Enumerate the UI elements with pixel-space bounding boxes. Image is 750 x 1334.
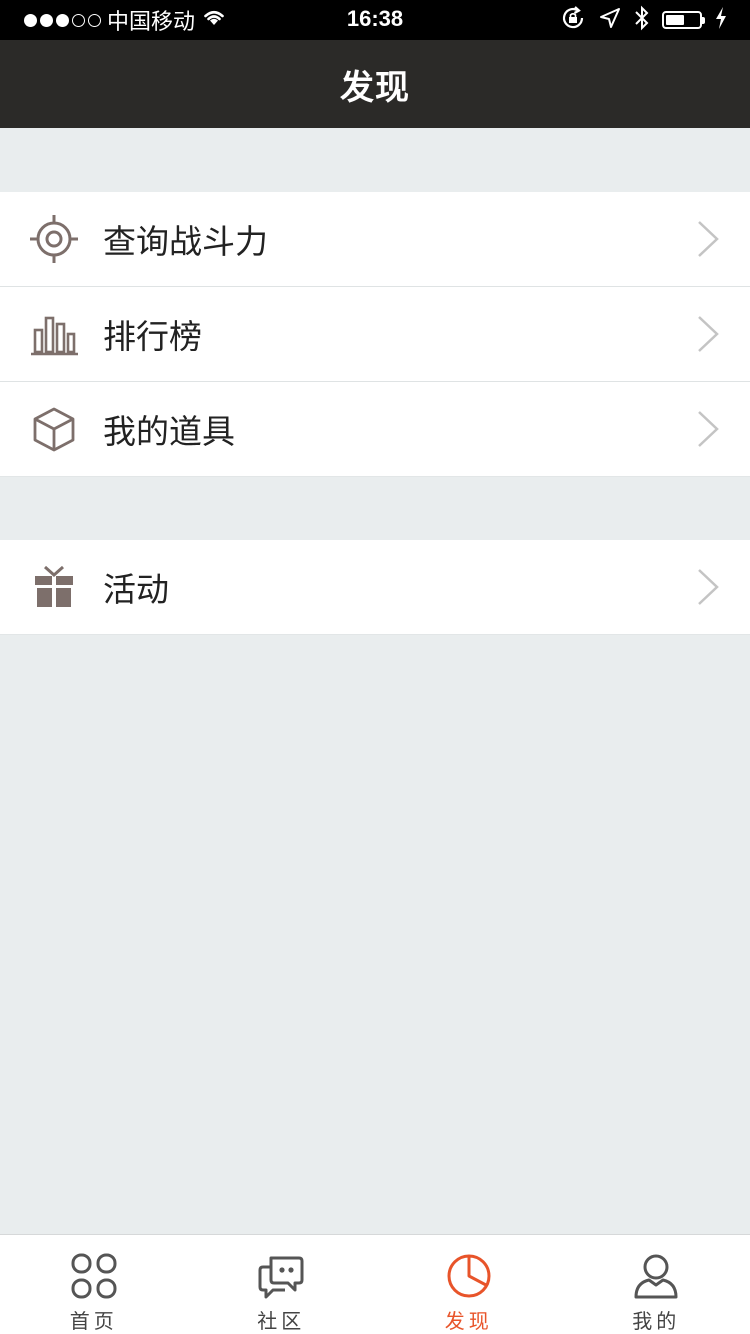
menu-item-label: 查询战斗力 <box>103 222 268 261</box>
pie-icon <box>444 1251 494 1301</box>
cube-icon <box>28 403 80 455</box>
chat-icon <box>256 1251 306 1301</box>
menu-item-label: 活动 <box>103 570 169 609</box>
gift-icon <box>28 561 80 613</box>
tab-discover[interactable]: 发现 <box>375 1235 563 1334</box>
menu-group-tools: 查询战斗力 排行榜 我的道具 <box>0 192 750 477</box>
status-bar: 中国移动 16:38 <box>0 0 750 40</box>
tab-community[interactable]: 社区 <box>188 1235 376 1334</box>
navigation-bar: 发现 <box>0 40 750 128</box>
chevron-right-icon <box>696 409 720 449</box>
menu-group-activities: 活动 <box>0 540 750 635</box>
tab-label: 发现 <box>444 1309 493 1333</box>
menu-item-label: 我的道具 <box>103 412 235 451</box>
menu-item-leaderboard[interactable]: 排行榜 <box>0 287 750 382</box>
menu-item-my-items[interactable]: 我的道具 <box>0 382 750 477</box>
page-title: 发现 <box>340 67 410 108</box>
chevron-right-icon <box>696 219 720 259</box>
tab-label: 社区 <box>257 1309 306 1333</box>
battery-icon <box>662 11 705 29</box>
location-icon <box>598 6 622 35</box>
orientation-lock-icon <box>560 5 586 36</box>
charging-icon <box>714 6 728 35</box>
target-icon <box>28 213 80 265</box>
tab-label: 首页 <box>69 1309 118 1333</box>
tab-bar: 首页 社区 发现 我的 <box>0 1234 750 1334</box>
menu-item-query-power[interactable]: 查询战斗力 <box>0 192 750 287</box>
tab-profile[interactable]: 我的 <box>563 1235 750 1334</box>
tab-home[interactable]: 首页 <box>0 1235 188 1334</box>
chevron-right-icon <box>696 314 720 354</box>
chevron-right-icon <box>696 567 720 607</box>
bluetooth-icon <box>634 5 650 36</box>
user-icon <box>631 1251 681 1301</box>
tab-label: 我的 <box>632 1309 681 1333</box>
menu-item-activities[interactable]: 活动 <box>0 540 750 635</box>
bar-chart-icon <box>28 308 80 360</box>
grid-icon <box>69 1251 119 1301</box>
menu-item-label: 排行榜 <box>103 317 202 356</box>
